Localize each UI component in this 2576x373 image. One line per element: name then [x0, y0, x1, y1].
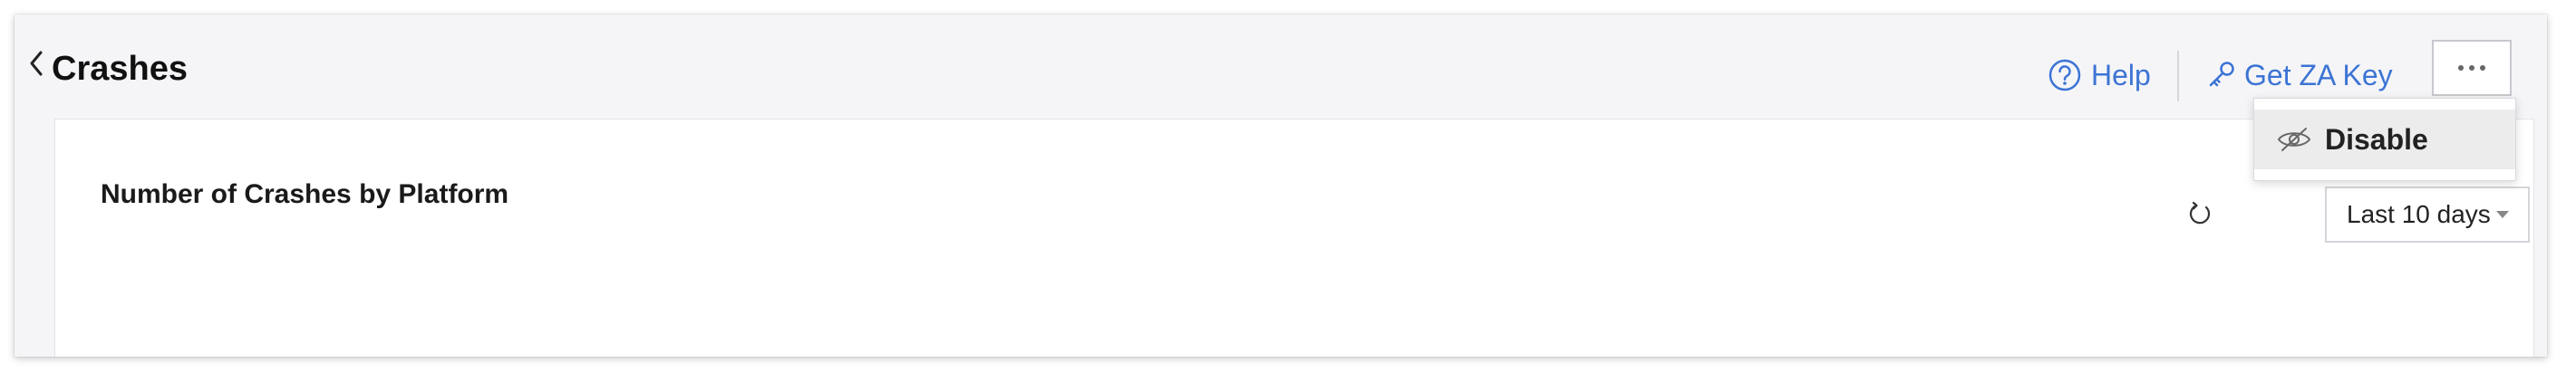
page-title: Crashes [52, 50, 188, 88]
help-link[interactable]: Help [2048, 56, 2151, 94]
crashes-chart-card: Number of Crashes by Platform Last 10 da… [54, 119, 2534, 357]
app-frame: Crashes Help Get ZA Key Number of Crashe… [15, 14, 2547, 357]
menu-item-disable[interactable]: Disable [2254, 110, 2515, 169]
back-button[interactable] [24, 45, 49, 81]
get-za-key-label: Get ZA Key [2244, 58, 2393, 91]
page-header: Crashes Help Get ZA Key [15, 14, 2547, 105]
date-range-value: Last 10 days [2347, 200, 2491, 228]
eye-off-icon [2276, 126, 2312, 153]
help-label: Help [2091, 58, 2151, 91]
menu-item-disable-label: Disable [2325, 122, 2428, 156]
card-title: Number of Crashes by Platform [101, 179, 509, 209]
caret-down-icon [2495, 211, 2509, 218]
header-divider [2177, 51, 2179, 101]
date-range-select[interactable]: Last 10 days [2325, 186, 2530, 243]
more-options-menu: Disable [2253, 98, 2516, 181]
refresh-icon [2186, 200, 2213, 227]
help-circle-icon [2048, 58, 2082, 92]
refresh-button[interactable] [2182, 196, 2218, 232]
chevron-left-icon [28, 50, 44, 77]
key-icon [2206, 60, 2237, 91]
get-za-key-link[interactable]: Get ZA Key [2206, 56, 2393, 94]
more-options-button[interactable] [2432, 40, 2512, 96]
more-horizontal-icon [2458, 65, 2485, 71]
